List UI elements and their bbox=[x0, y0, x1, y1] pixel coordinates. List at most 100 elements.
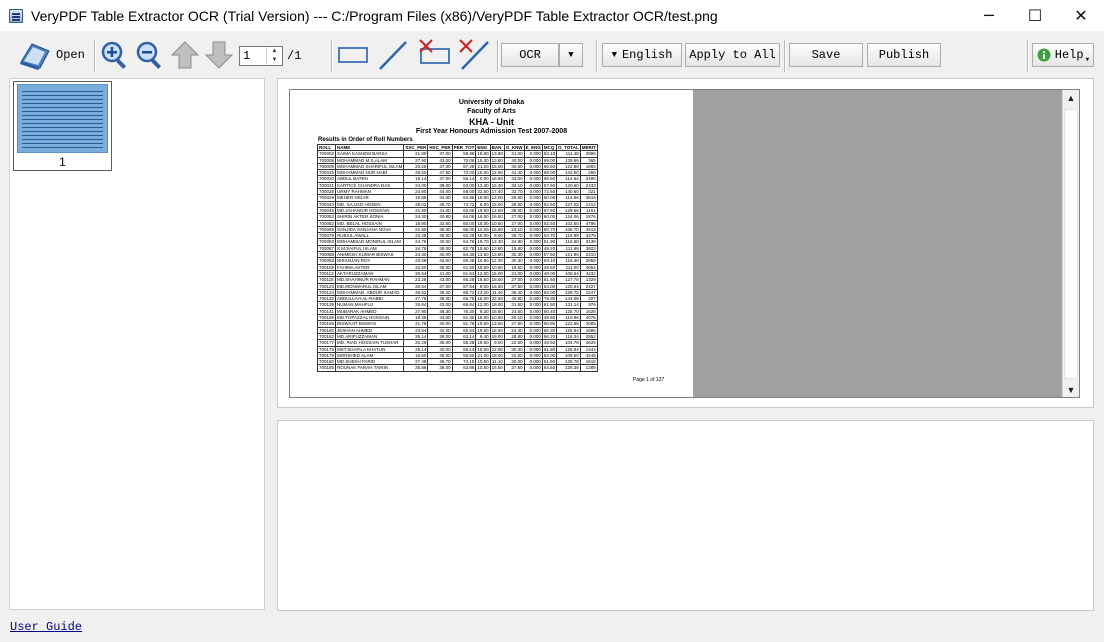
table-cell: 37.50 bbox=[503, 364, 525, 372]
publish-button[interactable]: Publish bbox=[867, 43, 941, 67]
table-cell: 700078 bbox=[316, 232, 337, 240]
table-cell: 19.50 bbox=[475, 345, 491, 353]
table-cell: 15.30 bbox=[475, 156, 491, 164]
vertical-scrollbar[interactable]: ▲ ▼ bbox=[1062, 90, 1079, 397]
table-cell: 700046 bbox=[316, 206, 337, 215]
delete-line-button[interactable] bbox=[456, 39, 492, 71]
table-cell: 700015 bbox=[316, 169, 337, 177]
table-cell: 51.60 bbox=[541, 358, 558, 366]
table-cell: 57.60 bbox=[541, 181, 558, 190]
document-page[interactable]: University of Dhaka Faculty of Arts KHA … bbox=[290, 90, 693, 397]
table-cell: 10.50 bbox=[475, 358, 491, 366]
table-cell: 19.50 bbox=[475, 206, 491, 215]
rectangle-icon bbox=[338, 47, 368, 63]
minimize-button[interactable]: ─ bbox=[966, 0, 1012, 31]
apply-to-all-button[interactable]: Apply to All bbox=[685, 43, 780, 67]
scrollbar-thumb[interactable] bbox=[1064, 109, 1078, 379]
draw-rectangle-button[interactable] bbox=[336, 39, 370, 71]
draw-line-button[interactable] bbox=[376, 39, 410, 71]
user-guide-link[interactable]: User Guide bbox=[10, 620, 82, 634]
table-cell: 700132 bbox=[316, 295, 337, 303]
delete-rectangle-button[interactable] bbox=[416, 39, 452, 71]
table-header-cell: HSC_PER bbox=[427, 143, 453, 152]
toolbar-separator bbox=[497, 40, 499, 72]
table-cell: ANIMESH KUMAR BISWAS bbox=[335, 251, 405, 259]
chevron-down-icon: ▼ bbox=[611, 50, 617, 60]
spin-down-icon[interactable]: ▼ bbox=[267, 56, 282, 65]
table-cell: 72.60 bbox=[541, 188, 558, 196]
table-cell: 16.50 bbox=[489, 282, 505, 290]
table-cell: 19.50 bbox=[475, 263, 491, 271]
table-cell: 58.50 bbox=[541, 175, 558, 183]
maximize-button[interactable]: ☐ bbox=[1012, 0, 1058, 31]
arrow-up-icon bbox=[171, 41, 199, 69]
open-folder-icon bbox=[20, 43, 50, 70]
page-thumbnail[interactable]: 1 bbox=[13, 81, 112, 171]
table-cell: 19.50 bbox=[475, 194, 491, 202]
results-table: ROLL NAME SSC_PER HSC_PER PER_TOT ENG BAN G_KNW… bbox=[316, 143, 598, 372]
window-controls: ─ ☐ ✕ bbox=[966, 0, 1104, 31]
table-cell: 16.50 bbox=[489, 213, 505, 221]
table-cell: 15.60 bbox=[475, 244, 491, 253]
table-cell: 128.36 bbox=[556, 364, 581, 372]
save-button[interactable]: Save bbox=[789, 43, 863, 67]
zoom-in-button[interactable] bbox=[99, 39, 131, 71]
table-cell: 700156 bbox=[316, 320, 337, 328]
table-cell: 66.60 bbox=[541, 162, 558, 171]
page-footer: Page 1 of 127 bbox=[633, 377, 665, 383]
delete-line-icon bbox=[459, 39, 489, 70]
zoom-out-button[interactable] bbox=[134, 39, 166, 71]
table-header-cell: E_ENG bbox=[523, 143, 543, 152]
table-cell: 12.30 bbox=[475, 181, 491, 190]
table-cell: 13.80 bbox=[489, 251, 505, 259]
doc-faculty: Faculty of Arts bbox=[467, 108, 516, 115]
spin-up-icon[interactable]: ▲ bbox=[267, 47, 282, 56]
table-cell: 11.40 bbox=[489, 288, 505, 297]
table-cell: 700087 bbox=[316, 244, 337, 253]
line-icon bbox=[379, 41, 407, 70]
table-cell: 25.86 bbox=[403, 364, 429, 372]
table-cell: 700109 bbox=[316, 263, 337, 271]
help-label: Help bbox=[1054, 48, 1084, 62]
table-cell: 49.50 bbox=[541, 339, 558, 347]
scroll-up-icon[interactable]: ▲ bbox=[1063, 90, 1079, 107]
page-spinner[interactable]: ▲ ▼ bbox=[266, 47, 282, 65]
ocr-button[interactable]: OCR bbox=[501, 43, 559, 67]
thumbnail-image bbox=[17, 84, 108, 153]
table-cell: 52.50 bbox=[541, 200, 558, 208]
ocr-result-panel[interactable] bbox=[277, 420, 1094, 611]
table-cell: 16.50 bbox=[489, 307, 505, 316]
table-cell: 15.60 bbox=[489, 225, 505, 234]
table-cell: 15.00 bbox=[475, 295, 491, 303]
table-cell: 18.00 bbox=[489, 332, 505, 341]
table-cell: 700044 bbox=[316, 200, 337, 208]
table-cell: 21.00 bbox=[475, 162, 491, 171]
window-title: VeryPDF Table Extractor OCR (Trial Versi… bbox=[31, 7, 718, 24]
table-cell: 61.80 bbox=[541, 345, 558, 353]
help-button[interactable]: Help ▼ bbox=[1032, 43, 1094, 67]
ocr-options-dropdown[interactable]: ▼ bbox=[559, 43, 583, 67]
next-page-button[interactable] bbox=[204, 39, 234, 71]
table-cell: 67.50 bbox=[541, 206, 558, 215]
close-button[interactable]: ✕ bbox=[1058, 0, 1104, 31]
table-cell: 69.00 bbox=[541, 156, 558, 164]
title-bar: VeryPDF Table Extractor OCR (Trial Versi… bbox=[0, 0, 1104, 31]
table-cell: 10.50 bbox=[475, 257, 491, 265]
table-cell: ROUNAK FARAH TAIRIN bbox=[335, 364, 405, 372]
language-dropdown[interactable]: ▼ English bbox=[602, 43, 682, 67]
viewer-canvas[interactable]: University of Dhaka Faculty of Arts KHA … bbox=[289, 89, 1080, 398]
toolbar-separator bbox=[596, 40, 598, 72]
table-cell: 18.00 bbox=[489, 351, 505, 360]
table-cell: 16.50 bbox=[475, 276, 491, 284]
previous-page-button[interactable] bbox=[170, 39, 200, 71]
open-button[interactable]: Open bbox=[18, 39, 86, 71]
app-icon bbox=[9, 8, 23, 23]
table-cell: 19.50 bbox=[475, 326, 491, 334]
table-cell: 700124 bbox=[316, 288, 337, 297]
table-cell: 64.50 bbox=[541, 364, 558, 372]
table-cell: 700069 bbox=[316, 225, 337, 234]
table-cell: 15.00 bbox=[489, 200, 505, 208]
table-header-cell: PER_TOT bbox=[451, 143, 477, 152]
scroll-down-icon[interactable]: ▼ bbox=[1063, 382, 1079, 397]
table-cell: 12.30 bbox=[489, 238, 505, 246]
